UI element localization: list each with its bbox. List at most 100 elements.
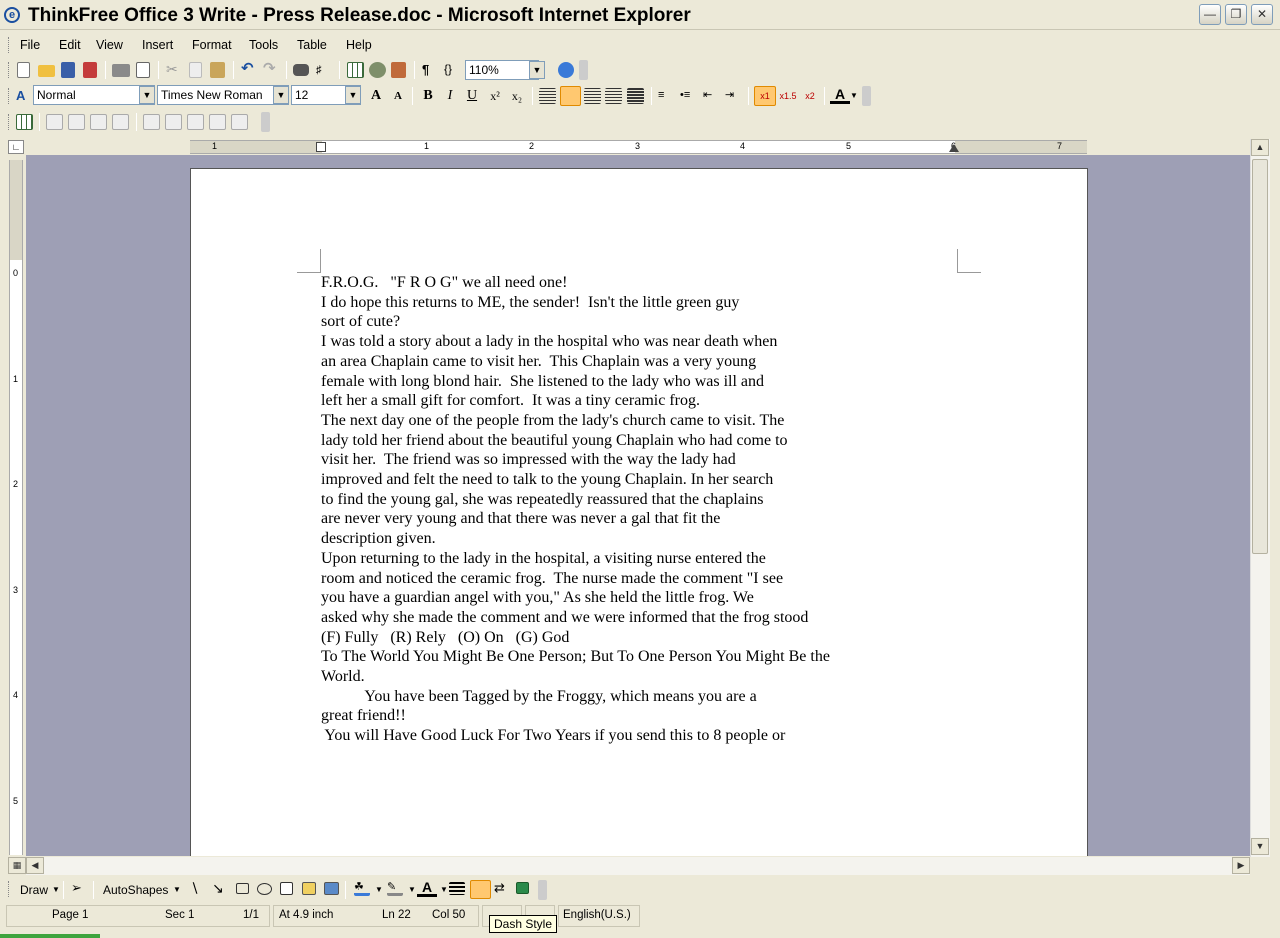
bullet-list-icon[interactable]: •≡	[680, 88, 697, 104]
numbered-list-icon[interactable]: ≡	[658, 88, 675, 104]
font-combo[interactable]: Times New Roman	[157, 85, 289, 105]
grow-font-button[interactable]: A	[366, 87, 386, 105]
increase-indent-icon[interactable]: ⇥	[725, 88, 742, 104]
document-line[interactable]: an area Chaplain came to visit her. This…	[321, 352, 921, 372]
line-color-dropdown-icon[interactable]: ▼	[408, 885, 416, 894]
autoshapes-menu-button[interactable]: AutoShapes	[103, 883, 168, 897]
superscript-button[interactable]: x²	[485, 87, 505, 105]
menu-table[interactable]: Table	[297, 38, 327, 52]
menubar-grip[interactable]	[8, 37, 11, 53]
restore-button[interactable]: ❐	[1225, 4, 1247, 25]
scroll-down-button[interactable]: ▼	[1251, 838, 1269, 855]
cell-align-icon[interactable]	[187, 114, 204, 130]
menu-view[interactable]: View	[96, 38, 123, 52]
right-indent-marker[interactable]	[949, 144, 959, 152]
paste-icon[interactable]	[210, 62, 225, 78]
document-line[interactable]: F.R.O.G. "F R O G" we all need one!	[321, 273, 921, 293]
scroll-up-button[interactable]: ▲	[1251, 139, 1269, 156]
align-left-icon[interactable]	[560, 86, 581, 106]
minimize-button[interactable]: —	[1199, 4, 1221, 25]
document-line[interactable]: The next day one of the people from the …	[321, 411, 921, 431]
font-color-button[interactable]: A	[830, 87, 850, 104]
line-tool-icon[interactable]: ∖	[190, 881, 207, 897]
style-combo[interactable]: Normal	[33, 85, 155, 105]
open-folder-icon[interactable]	[38, 65, 55, 77]
menu-help[interactable]: Help	[346, 38, 372, 52]
align-right-icon[interactable]	[605, 88, 622, 104]
draw-font-color-dropdown-icon[interactable]: ▼	[440, 885, 448, 894]
show-marks-icon[interactable]: ¶	[422, 62, 439, 78]
zoom-combo[interactable]: 110%	[465, 60, 539, 80]
draw-dropdown-icon[interactable]: ▼	[52, 885, 60, 894]
align-center-icon[interactable]	[584, 88, 601, 104]
toolbar-grip[interactable]	[8, 62, 11, 78]
merge-cells-icon[interactable]	[143, 114, 160, 130]
document-line[interactable]: improved and felt the need to talk to th…	[321, 470, 921, 490]
find-binoculars-icon[interactable]	[293, 64, 309, 76]
toolbar-grip[interactable]	[8, 114, 11, 130]
menu-edit[interactable]: Edit	[59, 38, 81, 52]
document-text[interactable]: F.R.O.G. "F R O G" we all need one! I do …	[321, 273, 921, 746]
italic-button[interactable]: I	[440, 87, 460, 105]
split-cells-icon[interactable]	[165, 114, 182, 130]
document-line[interactable]: sort of cute?	[321, 312, 921, 332]
distribute-columns-icon[interactable]	[209, 114, 226, 130]
underline-button[interactable]: U	[462, 87, 482, 105]
redo-icon[interactable]: ↷	[263, 61, 280, 78]
distribute-icon[interactable]	[627, 88, 644, 104]
decrease-indent-icon[interactable]: ⇤	[703, 88, 720, 104]
insert-object-icon[interactable]	[391, 62, 406, 78]
document-line[interactable]: World.	[321, 667, 921, 687]
cut-scissors-icon[interactable]: ✂	[166, 62, 183, 78]
find-replace-icon[interactable]: ♯	[316, 62, 333, 78]
dash-style-icon[interactable]	[470, 880, 491, 899]
document-line[interactable]: (F) Fully (R) Rely (O) On (G) God	[321, 628, 921, 648]
clip-art-icon[interactable]	[302, 882, 316, 895]
document-page[interactable]: F.R.O.G. "F R O G" we all need one! I do …	[190, 168, 1088, 856]
insert-picture-icon[interactable]	[324, 882, 339, 895]
close-button[interactable]: ✕	[1251, 4, 1273, 25]
font-dropdown-arrow[interactable]: ▼	[273, 86, 289, 104]
save-disk-icon[interactable]	[61, 62, 75, 78]
arrow-tool-icon[interactable]: ↘	[212, 881, 229, 897]
document-line[interactable]: room and noticed the ceramic frog. The n…	[321, 569, 921, 589]
line-spacing-2-button[interactable]: x2	[800, 88, 820, 104]
document-line[interactable]: I was told a story about a lady in the h…	[321, 332, 921, 352]
toolbar-grip[interactable]	[8, 88, 11, 104]
subscript-button[interactable]: x₂	[507, 87, 527, 105]
toolbar-overflow-icon[interactable]	[862, 86, 871, 106]
print-preview-icon[interactable]	[136, 62, 150, 78]
new-document-icon[interactable]	[17, 62, 30, 78]
document-line[interactable]: great friend!!	[321, 706, 921, 726]
copy-icon[interactable]	[189, 62, 202, 78]
insert-table-icon[interactable]	[347, 62, 364, 78]
vertical-scrollbar[interactable]: ▲ ▼	[1250, 139, 1270, 857]
vertical-scroll-thumb[interactable]	[1252, 159, 1268, 554]
distribute-rows-icon[interactable]	[231, 114, 248, 130]
size-dropdown-arrow[interactable]: ▼	[345, 86, 361, 104]
undo-icon[interactable]: ↶	[241, 61, 258, 78]
horizontal-scrollbar[interactable]: ▦ ◀ ▶	[8, 857, 1250, 875]
menu-file[interactable]: File	[20, 38, 40, 52]
document-line[interactable]: To The World You Might Be One Person; Bu…	[321, 647, 921, 667]
toolbar-overflow-icon[interactable]	[261, 112, 270, 132]
toolbar-overflow-icon[interactable]	[538, 880, 547, 900]
print-icon[interactable]	[112, 64, 130, 77]
fill-color-icon[interactable]: ☘	[354, 881, 370, 896]
text-box-icon[interactable]	[280, 882, 293, 895]
table-grid-icon[interactable]	[16, 114, 33, 130]
save-pdf-icon[interactable]	[83, 62, 97, 78]
document-line[interactable]: asked why she made the comment and we we…	[321, 608, 921, 628]
insert-row-icon[interactable]	[46, 114, 63, 130]
insert-image-icon[interactable]	[369, 62, 386, 78]
zoom-dropdown-arrow[interactable]: ▼	[529, 61, 545, 79]
select-pointer-icon[interactable]: ➢	[71, 881, 88, 897]
document-line[interactable]: you have a guardian angel with you," As …	[321, 588, 921, 608]
style-dropdown-arrow[interactable]: ▼	[139, 86, 155, 104]
menu-format[interactable]: Format	[192, 38, 232, 52]
toolbar-overflow-icon[interactable]	[579, 60, 588, 80]
document-line[interactable]: description given.	[321, 529, 921, 549]
menu-tools[interactable]: Tools	[249, 38, 278, 52]
menu-insert[interactable]: Insert	[142, 38, 173, 52]
shadow-style-icon[interactable]	[516, 882, 529, 894]
